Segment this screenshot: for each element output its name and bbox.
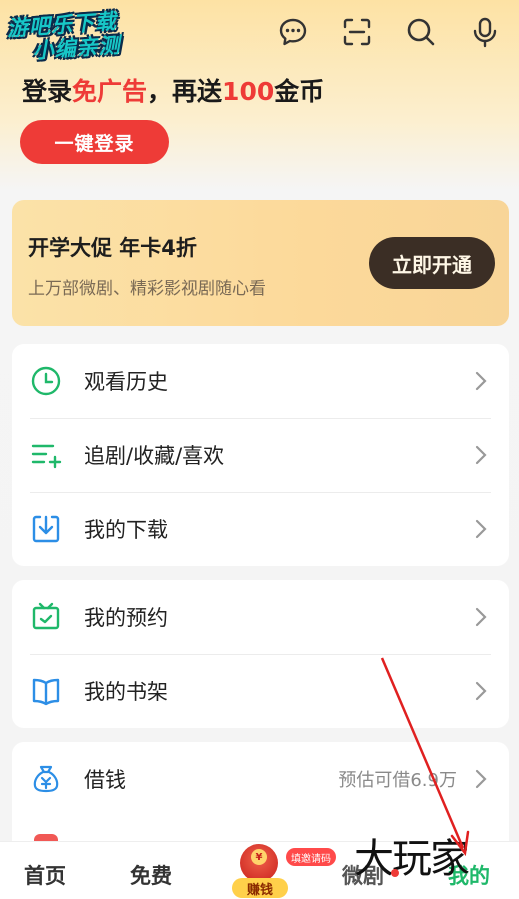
- watermark-dot: [391, 869, 399, 877]
- open-vip-button[interactable]: 立即开通: [369, 237, 495, 289]
- coin-icon: ¥: [251, 849, 267, 865]
- promo-title: 开学大促 年卡4折: [28, 236, 197, 260]
- tv-reserve-icon: [30, 601, 62, 633]
- menu-item-borrow-money[interactable]: 借钱 预估可借6.9万: [12, 742, 509, 816]
- scan-icon[interactable]: [339, 14, 375, 50]
- menu-item-label: 我的预约: [84, 606, 168, 630]
- earn-label: 赚钱: [232, 878, 288, 898]
- menu-item-my-bookshelf[interactable]: 我的书架: [12, 654, 509, 728]
- search-icon[interactable]: [403, 14, 439, 50]
- header-icons: [275, 14, 503, 50]
- menu-item-label: 我的书架: [84, 680, 168, 704]
- money-bag-icon: [30, 763, 62, 795]
- login-title-text: 登录: [22, 77, 73, 106]
- menu-item-label: 追剧/收藏/喜欢: [84, 444, 225, 468]
- watermark-bottom-text: 大玩家: [354, 836, 470, 882]
- login-title-coins: 100: [222, 77, 275, 106]
- chevron-right-icon: [475, 769, 487, 789]
- menu-card-reserve: 我的预约 我的书架: [12, 580, 509, 728]
- watermark-bottom: 大玩家: [354, 826, 514, 896]
- invite-code-badge[interactable]: 填邀请码: [286, 848, 336, 866]
- menu-item-label: 观看历史: [84, 370, 168, 394]
- menu-item-follow-favorites[interactable]: 追剧/收藏/喜欢: [12, 418, 509, 492]
- login-title-text: 金币: [274, 77, 325, 106]
- watermark-logo: 游吧乐下载 小编亲测: [6, 7, 150, 73]
- promo-subtitle: 上万部微剧、精彩影视剧随心看: [28, 279, 266, 299]
- chevron-right-icon: [475, 445, 487, 465]
- login-title-highlight: 免广告: [72, 77, 148, 106]
- menu-item-watch-history[interactable]: 观看历史: [12, 344, 509, 418]
- chevron-right-icon: [475, 519, 487, 539]
- menu-item-my-reservations[interactable]: 我的预约: [12, 580, 509, 654]
- list-add-icon: [30, 439, 62, 471]
- chevron-right-icon: [475, 681, 487, 701]
- menu-item-label: 我的下载: [84, 518, 168, 542]
- chevron-right-icon: [475, 371, 487, 391]
- loan-estimate-text: 预估可借6.9万: [338, 770, 457, 791]
- login-title-text: ，再送: [147, 77, 223, 106]
- book-icon: [30, 675, 62, 707]
- menu-card-history: 观看历史 追剧/收藏/喜欢 我的下载: [12, 344, 509, 566]
- tab-free[interactable]: 免费: [130, 860, 172, 890]
- clock-icon: [30, 365, 62, 397]
- chevron-right-icon: [475, 607, 487, 627]
- microphone-icon[interactable]: [467, 14, 503, 50]
- one-click-login-button[interactable]: 一键登录: [20, 120, 169, 164]
- tab-home[interactable]: 首页: [24, 860, 66, 890]
- vip-promo-card[interactable]: 开学大促 年卡4折 上万部微剧、精彩影视剧随心看 立即开通: [12, 200, 509, 326]
- login-promo-title: 登录免广告，再送100金币: [22, 72, 324, 108]
- tab-earn[interactable]: ¥ 赚钱: [228, 842, 292, 899]
- menu-item-my-downloads[interactable]: 我的下载: [12, 492, 509, 566]
- download-icon: [30, 513, 62, 545]
- message-icon[interactable]: [275, 14, 311, 50]
- menu-item-label: 借钱: [84, 768, 126, 792]
